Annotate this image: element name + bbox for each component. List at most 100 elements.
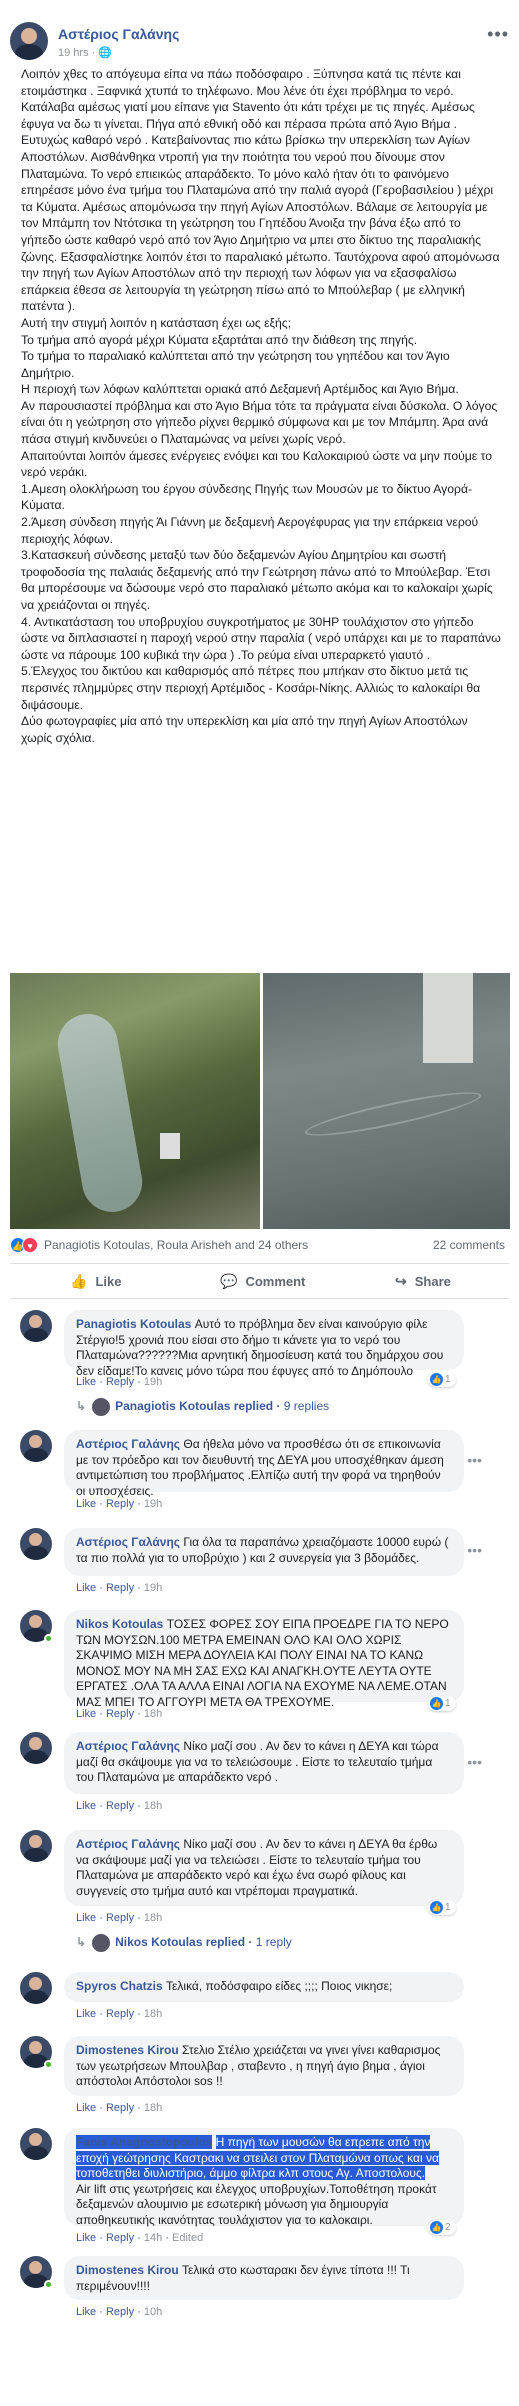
comment-like-link[interactable]: Like bbox=[76, 2102, 96, 2114]
author-name[interactable]: Αστέριος Γαλάνης bbox=[58, 26, 179, 42]
comment-time[interactable]: 18h bbox=[144, 2102, 162, 2114]
comment-options-icon[interactable]: ••• bbox=[467, 1452, 482, 1468]
online-indicator bbox=[44, 1634, 53, 1643]
comments-count[interactable]: 22 comments bbox=[433, 1238, 505, 1252]
reactions-bar: 👍 ♥ Panagiotis Kotoulas, Roula Arisheh a… bbox=[10, 1233, 509, 1257]
like-button[interactable]: 👍 Like bbox=[70, 1273, 121, 1290]
comment-likes[interactable]: 👍 1 bbox=[428, 1372, 456, 1387]
comment: Nikos Kotoulas ΤΟΣΕΣ ΦΟΡΕΣ ΣΟΥ ΕΙΠΑ ΠΡΟΕ… bbox=[20, 1610, 500, 1720]
comment-label: Comment bbox=[245, 1274, 306, 1289]
comment-bubble: Αστέριος Γαλάνης Θα ήθελα μόνο να προσθέ… bbox=[64, 1430, 464, 1498]
comment-reply-link[interactable]: Reply bbox=[106, 1582, 134, 1594]
post-paragraph: Δύο φωτογραφίες μία από την υπερεκλίση κ… bbox=[21, 714, 471, 745]
reactions-names[interactable]: Panagiotis Kotoulas, Roula Arisheh and 2… bbox=[44, 1238, 308, 1252]
comment-time[interactable]: 18h bbox=[144, 2008, 162, 2020]
comment-likes[interactable]: 👍 1 bbox=[428, 1696, 456, 1711]
comment-likes[interactable]: 👍 1 bbox=[428, 1900, 456, 1915]
commenter-name[interactable]: Spyros Chatzis bbox=[76, 1979, 163, 1993]
commenter-name[interactable]: Αστέριος Γαλάνης bbox=[76, 1535, 180, 1549]
comment-time[interactable]: 18h bbox=[144, 1708, 162, 1720]
post-time[interactable]: 19 hrs bbox=[58, 47, 89, 59]
comment-time[interactable]: 19h bbox=[144, 1582, 162, 1594]
comment-like-link[interactable]: Like bbox=[76, 1800, 96, 1812]
commenter-name[interactable]: Dimostenes Kirou bbox=[76, 2043, 179, 2057]
comment-reply-link[interactable]: Reply bbox=[106, 1498, 134, 1510]
likes-count: 2 bbox=[445, 2222, 451, 2233]
commenter-name[interactable]: Αστέριος Γαλάνης bbox=[76, 1739, 180, 1753]
comment-reply-link[interactable]: Reply bbox=[106, 2008, 134, 2020]
likes-count: 1 bbox=[445, 1374, 451, 1385]
commenter-name[interactable]: Nikos Kotoulas bbox=[76, 1617, 163, 1631]
author-avatar[interactable] bbox=[10, 22, 48, 60]
comment-like-link[interactable]: Like bbox=[76, 2232, 96, 2244]
comment-like-link[interactable]: Like bbox=[76, 1912, 96, 1924]
commenter-avatar[interactable] bbox=[20, 2128, 52, 2160]
comment: Panagiotis Kotoulas Αυτό το πρόβλημα δεν… bbox=[20, 1310, 500, 1420]
commenter-name[interactable]: Fanis Anagnostopoulos bbox=[76, 2135, 213, 2149]
share-button[interactable]: ↪ Share bbox=[395, 1273, 451, 1290]
comment: Αστέριος Γαλάνης Θα ήθελα μόνο να προσθέ… bbox=[20, 1430, 500, 1520]
commenter-name[interactable]: Αστέριος Γαλάνης bbox=[76, 1437, 180, 1451]
comment-time[interactable]: 18h bbox=[144, 1912, 162, 1924]
post-paragraph: 5.Έλεγχος του δικτύου και καθαρισμός από… bbox=[21, 664, 484, 712]
post-paragraph: 2.Άμεση σύνδεση πηγής Άι Γιάννη με δεξαμ… bbox=[21, 515, 482, 546]
replies-link[interactable]: ↳ Panagiotis Kotoulas replied · 9 replies bbox=[76, 1398, 329, 1416]
comment-like-link[interactable]: Like bbox=[76, 2306, 96, 2318]
more-options-icon[interactable]: ••• bbox=[487, 24, 509, 45]
comment-actions: Like · Reply · 18h bbox=[76, 2102, 163, 2114]
comment-like-link[interactable]: Like bbox=[76, 1498, 96, 1510]
replies-link[interactable]: ↳ Nikos Kotoulas replied · 1 reply bbox=[76, 1934, 292, 1952]
commenter-avatar[interactable] bbox=[20, 1430, 52, 1462]
comment-time[interactable]: 19h bbox=[144, 1376, 162, 1388]
comment-options-icon[interactable]: ••• bbox=[467, 1542, 482, 1558]
comment-reply-link[interactable]: Reply bbox=[106, 1912, 134, 1924]
photo-water[interactable] bbox=[263, 973, 510, 1229]
online-indicator bbox=[44, 2280, 53, 2289]
post-paragraph: Αυτή την στιγμή λοιπόν η κατάσταση έχει … bbox=[21, 315, 292, 330]
comment-reply-link[interactable]: Reply bbox=[106, 1376, 134, 1388]
commenter-name[interactable]: Dimostenes Kirou bbox=[76, 2263, 179, 2277]
comment-reply-link[interactable]: Reply bbox=[106, 2306, 134, 2318]
edited-label[interactable]: Edited bbox=[172, 2232, 203, 2244]
commenter-name[interactable]: Αστέριος Γαλάνης bbox=[76, 1837, 180, 1851]
comment-reply-link[interactable]: Reply bbox=[106, 1800, 134, 1812]
likes-count: 1 bbox=[445, 1698, 451, 1709]
comment-button[interactable]: 💬 Comment bbox=[220, 1273, 305, 1290]
comment-time[interactable]: 18h bbox=[144, 1800, 162, 1812]
comment-like-link[interactable]: Like bbox=[76, 2008, 96, 2020]
comment-options-icon[interactable]: ••• bbox=[467, 1754, 482, 1770]
comment-text: Τελικά, ποδόσφαιρο είδες ;;;; Ποιος νικη… bbox=[166, 1979, 393, 1993]
commenter-avatar[interactable] bbox=[20, 1732, 52, 1764]
comment-reply-link[interactable]: Reply bbox=[106, 2232, 134, 2244]
commenter-avatar[interactable] bbox=[20, 1528, 52, 1560]
comment: Fanis Anagnostopoulos Η πηγή των μουσών … bbox=[20, 2128, 500, 2246]
comment-reply-link[interactable]: Reply bbox=[106, 1708, 134, 1720]
likes-count: 1 bbox=[445, 1902, 451, 1913]
comment-actions: Like · Reply · 19h bbox=[76, 1376, 163, 1388]
commenter-avatar[interactable] bbox=[20, 1310, 52, 1342]
share-label: Share bbox=[414, 1274, 451, 1289]
commenter-name[interactable]: Panagiotis Kotoulas bbox=[76, 1317, 191, 1331]
action-bar: 👍 Like 💬 Comment ↪ Share bbox=[10, 1263, 509, 1299]
like-badge-icon: 👍 bbox=[430, 1901, 443, 1914]
comment-like-link[interactable]: Like bbox=[76, 1708, 96, 1720]
comment-time[interactable]: 19h bbox=[144, 1498, 162, 1510]
comment-like-link[interactable]: Like bbox=[76, 1582, 96, 1594]
post-body: Λοιπόν χθες το απόγευμα είπα να πάω ποδό… bbox=[21, 66, 501, 746]
comment-likes[interactable]: 👍 2 bbox=[428, 2220, 456, 2235]
comment-actions: Like · Reply · 19h bbox=[76, 1498, 163, 1510]
comment-time[interactable]: 14h bbox=[144, 2232, 162, 2244]
post-photos bbox=[10, 973, 510, 1229]
comment-reply-link[interactable]: Reply bbox=[106, 2102, 134, 2114]
comment-bubble: Αστέριος Γαλάνης Νίκο μαζί σου . Αν δεν … bbox=[64, 1732, 464, 1794]
photo-stream[interactable] bbox=[10, 973, 260, 1229]
comment-like-link[interactable]: Like bbox=[76, 1376, 96, 1388]
commenter-avatar[interactable] bbox=[20, 1972, 52, 2004]
post-paragraph: 3.Κατασκευή σύνδεσης μεταξύ των δύο δεξα… bbox=[21, 548, 497, 612]
comment-time[interactable]: 10h bbox=[144, 2306, 162, 2318]
comment-bubble: Dimostenes Kirou Τελικά στο κωσταρακι δε… bbox=[64, 2256, 464, 2300]
speech-bubble-icon: 💬 bbox=[220, 1273, 238, 1289]
comment-text: Air lift στις γεωτρήσεις και έλεγχος υπο… bbox=[76, 2181, 437, 2227]
commenter-avatar[interactable] bbox=[20, 1830, 52, 1862]
globe-icon: 🌐 bbox=[98, 47, 113, 59]
